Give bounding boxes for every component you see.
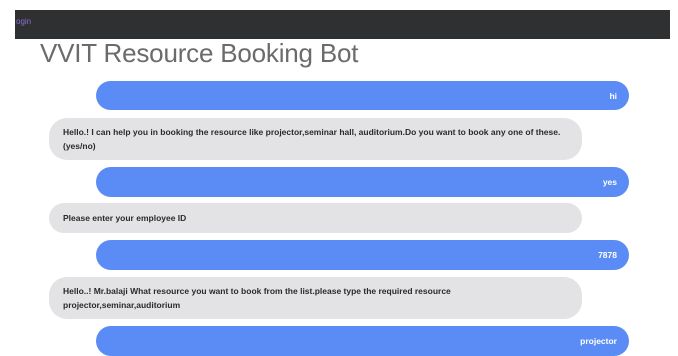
bot-message: Please enter your employee ID	[49, 203, 582, 233]
bot-message: Hello..! Mr.balaji What resource you wan…	[49, 277, 582, 319]
user-message: projector	[96, 326, 629, 356]
bot-message: Hello.! I can help you in booking the re…	[49, 118, 582, 160]
user-message: yes	[96, 167, 629, 197]
user-message: 7878	[96, 240, 629, 270]
user-message: hi	[96, 81, 629, 110]
chat-log: hi Hello.! I can help you in booking the…	[0, 0, 678, 356]
